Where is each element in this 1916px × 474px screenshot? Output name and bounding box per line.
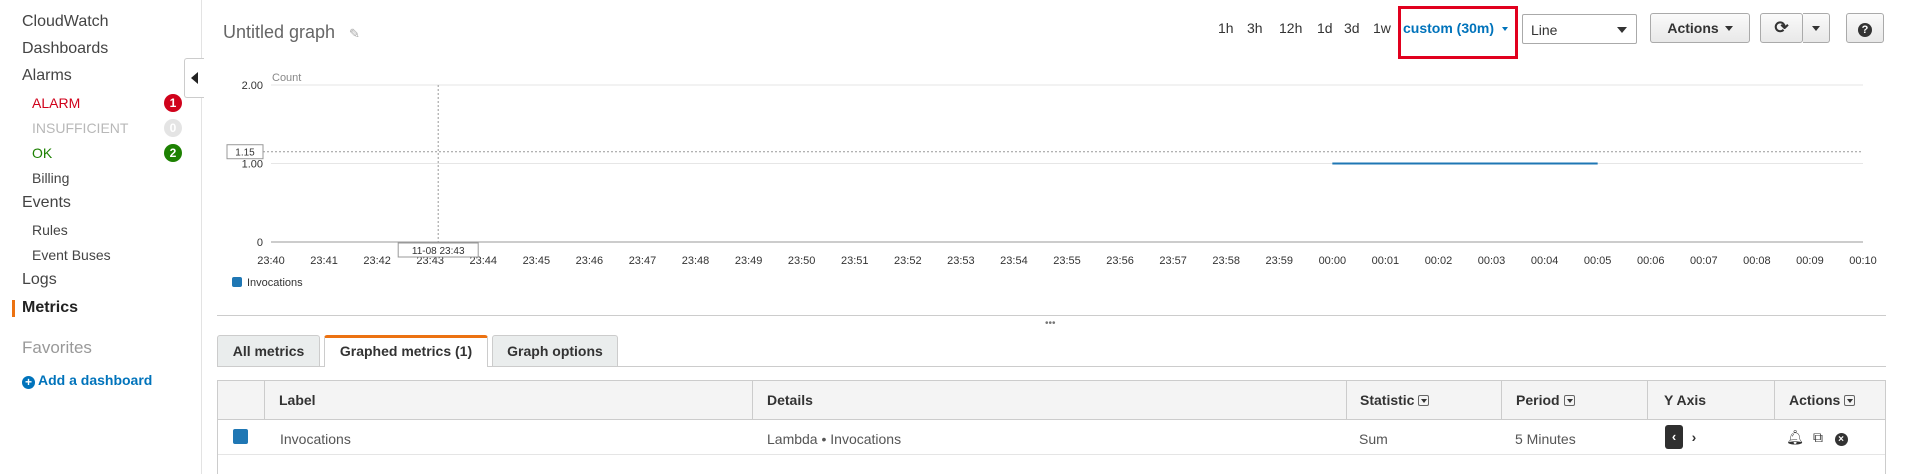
x-tick-label: 23:52 [894,255,922,267]
y-tick-labels: 0 1.00 2.00 [242,80,263,249]
x-tick-label: 23:57 [1159,255,1187,267]
x-tick-label: 23:59 [1266,255,1294,267]
metric-statistic[interactable]: Sum [1359,431,1388,447]
metric-period[interactable]: 5 Minutes [1515,431,1576,447]
bell-icon[interactable]: 🔔︎ [1786,428,1804,446]
x-tick-label: 00:08 [1743,255,1771,267]
plus-circle-icon: + [22,376,35,389]
x-tick-label: 23:53 [947,255,975,267]
x-tick-label: 00:09 [1796,255,1824,267]
crosshair-y-label: 1.15 [235,148,255,159]
x-tick-label: 23:47 [629,255,657,267]
metrics-chart[interactable]: 01.002.00 23:40 23:41 23:42 23:43 23:44 23:45… [0,0,1916,320]
x-tick-label: 23:41 [310,255,338,267]
legend-label: Invocations [247,277,303,289]
x-tick-label: 00:10 [1849,255,1877,267]
x-tick-label: 23:40 [257,255,285,267]
x-tick-label: 23:54 [1000,255,1028,267]
remove-icon[interactable]: × [1832,428,1850,446]
x-tick-label: 00:00 [1319,255,1347,267]
x-tick-label: 00:02 [1425,255,1453,267]
tab-graphed-metrics[interactable]: Graphed metrics (1) [324,335,488,367]
x-tick-label: 23:49 [735,255,763,267]
chart-legend[interactable]: Invocations [232,277,303,289]
x-tick-label: 23:56 [1106,255,1134,267]
tab-graph-options[interactable]: Graph options [492,335,618,366]
crosshair-x-label: 11-08 23:43 [412,246,465,257]
tab-all-metrics[interactable]: All metrics [217,335,320,366]
add-dashboard-label: Add a dashboard [38,372,153,388]
legend-swatch [232,277,242,287]
x-tick-labels: 23:40 23:41 23:42 23:43 23:44 23:45 23:46 23:47… [257,255,1877,267]
x-tick-label: 00:07 [1690,255,1718,267]
metrics-table: Label Details Statistic Period Y Axis Ac… [217,380,1886,474]
x-tick-label: 23:48 [682,255,710,267]
add-dashboard-link[interactable]: + Add a dashboard [22,372,152,389]
y-tick-label: 1.00 [242,159,263,171]
x-tick-label: 00:04 [1531,255,1559,267]
y-axis-label: Count [272,72,301,84]
x-tick-label: 00:06 [1637,255,1665,267]
x-tick-label: 23:46 [576,255,604,267]
panel-divider [217,315,1886,316]
x-tick-label: 23:58 [1212,255,1240,267]
x-tick-label: 23:45 [523,255,551,267]
y-tick-label: 2.00 [242,80,263,92]
sort-dropdown-icon [1563,395,1575,406]
y-axis-left-button[interactable]: ‹ [1665,425,1683,449]
column-statistic[interactable]: Statistic [1346,381,1497,420]
y-axis-right-button[interactable]: › [1687,426,1701,448]
column-actions[interactable]: Actions [1774,381,1887,420]
x-tick-label: 23:51 [841,255,869,267]
column-y-axis: Y Axis [1647,381,1774,420]
x-tick-label: 23:50 [788,255,816,267]
y-tick-label: 0 [257,237,263,249]
favorites-heading: Favorites [22,338,92,357]
chart-grid [271,84,1863,243]
table-row: Invocations Lambda • Invocations Sum 5 M… [218,421,1885,455]
metric-label[interactable]: Invocations [280,431,351,447]
sort-dropdown-icon [1844,395,1856,406]
duplicate-icon[interactable]: ⧉ [1809,428,1827,446]
table-header: Label Details Statistic Period Y Axis Ac… [218,381,1885,420]
series-color-swatch[interactable] [233,429,248,444]
column-details: Details [752,381,1351,420]
x-tick-label: 00:03 [1478,255,1506,267]
resize-handle[interactable]: ••• [1045,318,1056,329]
x-tick-label: 23:42 [363,255,391,267]
x-tick-label: 00:01 [1372,255,1400,267]
sort-dropdown-icon [1418,395,1430,406]
x-tick-label: 23:55 [1053,255,1081,267]
column-period[interactable]: Period [1501,381,1647,420]
metric-details: Lambda • Invocations [767,431,902,447]
chart-crosshair: 1.15 11-08 23:43 [226,85,1863,258]
x-tick-label: 00:05 [1584,255,1612,267]
